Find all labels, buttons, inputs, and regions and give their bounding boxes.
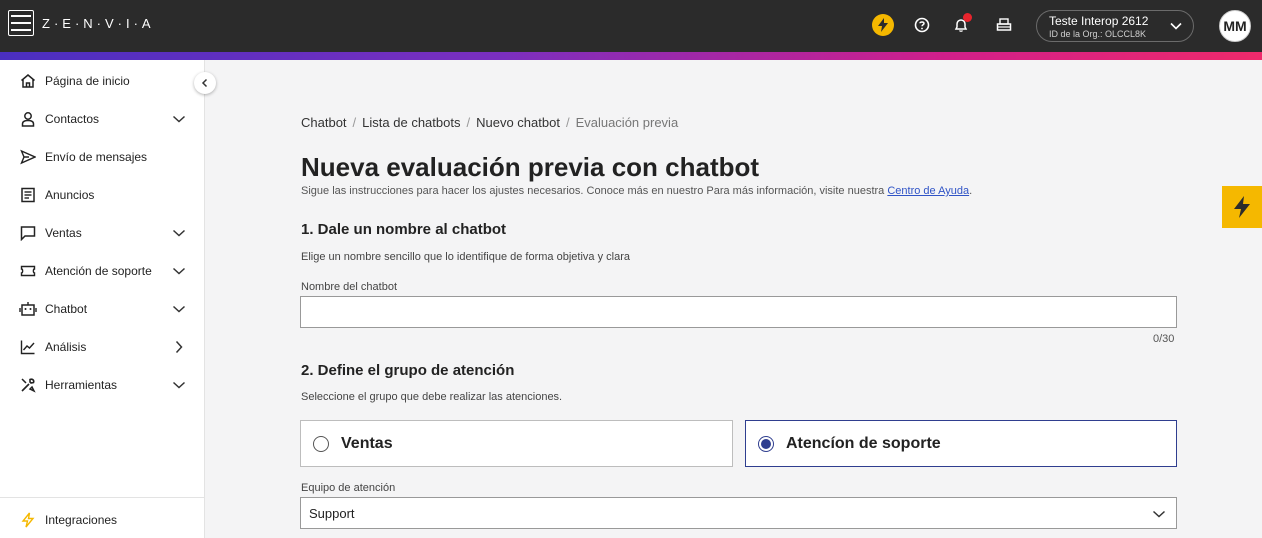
quick-actions-bolt-button[interactable] bbox=[1222, 186, 1262, 228]
breadcrumb-item-current: Evaluación previa bbox=[575, 115, 679, 130]
chevron-down-icon bbox=[172, 226, 186, 240]
sidebar-item-chatbot[interactable]: Chatbot bbox=[0, 292, 205, 326]
org-selector[interactable]: Teste Interop 2612 ID de la Org.: OLCCL8… bbox=[1036, 10, 1194, 42]
radio-option-sales[interactable]: Ventas bbox=[300, 420, 733, 467]
sidebar-item-contacts[interactable]: Contactos bbox=[0, 102, 205, 136]
radio-button-selected[interactable] bbox=[758, 435, 774, 452]
logo-mark-icon bbox=[8, 10, 34, 36]
section1-title: 1. Dale un nombre al chatbot bbox=[301, 221, 507, 238]
sidebar-divider bbox=[0, 497, 205, 498]
team-label: Equipo de atención bbox=[301, 482, 396, 494]
section1-description: Elige un nombre sencillo que lo identifi… bbox=[301, 251, 630, 263]
chevron-down-icon bbox=[172, 378, 186, 392]
chevron-down-icon bbox=[1169, 19, 1183, 38]
bolt-icon bbox=[19, 511, 37, 529]
subtitle-end: . bbox=[969, 185, 973, 197]
org-id: ID de la Org.: OLCCL8K bbox=[1049, 29, 1147, 39]
radio-button[interactable] bbox=[313, 435, 329, 452]
page-title: Nueva evaluación previa con chatbot bbox=[301, 152, 760, 182]
sidebar-item-label: Chatbot bbox=[45, 302, 88, 316]
page-subtitle: Sigue las instrucciones para hacer los a… bbox=[301, 185, 972, 197]
sidebar-item-label: Herramientas bbox=[45, 378, 118, 392]
section2-title: 2. Define el grupo de atención bbox=[301, 362, 515, 379]
sidebar-item-ads[interactable]: Anuncios bbox=[0, 178, 205, 212]
breadcrumb-item-chatbot[interactable]: Chatbot bbox=[301, 115, 347, 130]
org-name: Teste Interop 2612 bbox=[1049, 14, 1149, 28]
help-center-link[interactable]: Centro de Ayuda bbox=[887, 185, 969, 197]
chevron-right-icon bbox=[172, 340, 186, 354]
header-gradient bbox=[0, 52, 1262, 60]
sidebar-item-label: Atención de soporte bbox=[45, 264, 152, 278]
chevron-down-icon bbox=[172, 264, 186, 278]
megaphone-icon bbox=[19, 186, 37, 204]
sidebar-item-label: Contactos bbox=[45, 112, 100, 126]
sidebar-item-analytics[interactable]: Análisis bbox=[0, 330, 205, 364]
chart-icon bbox=[19, 338, 37, 356]
chatbot-name-label: Nombre del chatbot bbox=[301, 281, 397, 293]
bolt-icon[interactable] bbox=[872, 14, 894, 36]
radio-option-support[interactable]: Atencíon de soporte bbox=[745, 420, 1177, 467]
sidebar-item-sales[interactable]: Ventas bbox=[0, 216, 205, 250]
chat-icon bbox=[19, 224, 37, 242]
bolt-icon bbox=[1234, 196, 1250, 218]
sidebar-item-label: Ventas bbox=[45, 226, 82, 240]
avatar[interactable]: MM bbox=[1219, 10, 1251, 42]
inbox-icon[interactable] bbox=[993, 14, 1015, 36]
team-select[interactable]: Support bbox=[300, 497, 1177, 529]
person-icon bbox=[19, 110, 37, 128]
section2-description: Seleccione el grupo que debe realizar la… bbox=[301, 391, 563, 403]
chatbot-name-input[interactable] bbox=[300, 296, 1177, 328]
sidebar-item-label: Página de inicio bbox=[45, 74, 130, 88]
send-icon bbox=[19, 148, 37, 166]
chevron-down-icon bbox=[1152, 507, 1166, 524]
tools-icon bbox=[19, 376, 37, 394]
chevron-down-icon bbox=[172, 112, 186, 126]
radio-option-label: Atencíon de soporte bbox=[786, 434, 941, 452]
notification-dot bbox=[963, 13, 972, 22]
top-bar: Z·E·N·V·I·A Teste Interop 2612 ID de la … bbox=[0, 0, 1262, 52]
home-icon bbox=[19, 72, 37, 90]
sidebar-item-label: Integraciones bbox=[45, 513, 118, 527]
robot-icon bbox=[19, 300, 37, 318]
character-counter: 0/30 bbox=[1153, 333, 1175, 345]
logo-text: Z·E·N·V·I·A bbox=[42, 15, 155, 31]
chevron-down-icon bbox=[172, 302, 186, 316]
subtitle-text: Sigue las instrucciones para hacer los a… bbox=[301, 185, 885, 197]
sidebar-item-messaging[interactable]: Envío de mensajes bbox=[0, 140, 205, 174]
ticket-icon bbox=[19, 262, 37, 280]
help-icon[interactable] bbox=[911, 14, 933, 36]
sidebar-item-integrations[interactable]: Integraciones bbox=[0, 503, 205, 537]
breadcrumb: Chatbot / Lista de chatbots / Nuevo chatbot /… bbox=[301, 115, 679, 130]
sidebar-item-home[interactable]: Página de inicio bbox=[0, 64, 205, 98]
sidebar-item-label: Anuncios bbox=[45, 188, 95, 202]
sidebar: Página de inicio Contactos Envío de mens… bbox=[0, 60, 205, 538]
sidebar-collapse-button[interactable] bbox=[194, 72, 216, 94]
sidebar-item-tools[interactable]: Herramientas bbox=[0, 368, 205, 402]
sidebar-item-label: Envío de mensajes bbox=[45, 150, 148, 164]
bell-icon[interactable] bbox=[950, 13, 972, 36]
breadcrumb-item-new-chatbot[interactable]: Nuevo chatbot bbox=[476, 115, 560, 130]
sidebar-item-label: Análisis bbox=[45, 340, 87, 354]
radio-option-label: Ventas bbox=[341, 434, 393, 452]
zenvia-logo[interactable]: Z·E·N·V·I·A bbox=[8, 10, 155, 36]
breadcrumb-item-chatbot-list[interactable]: Lista de chatbots bbox=[362, 115, 460, 130]
team-select-value: Support bbox=[309, 505, 355, 521]
sidebar-item-support[interactable]: Atención de soporte bbox=[0, 254, 205, 288]
